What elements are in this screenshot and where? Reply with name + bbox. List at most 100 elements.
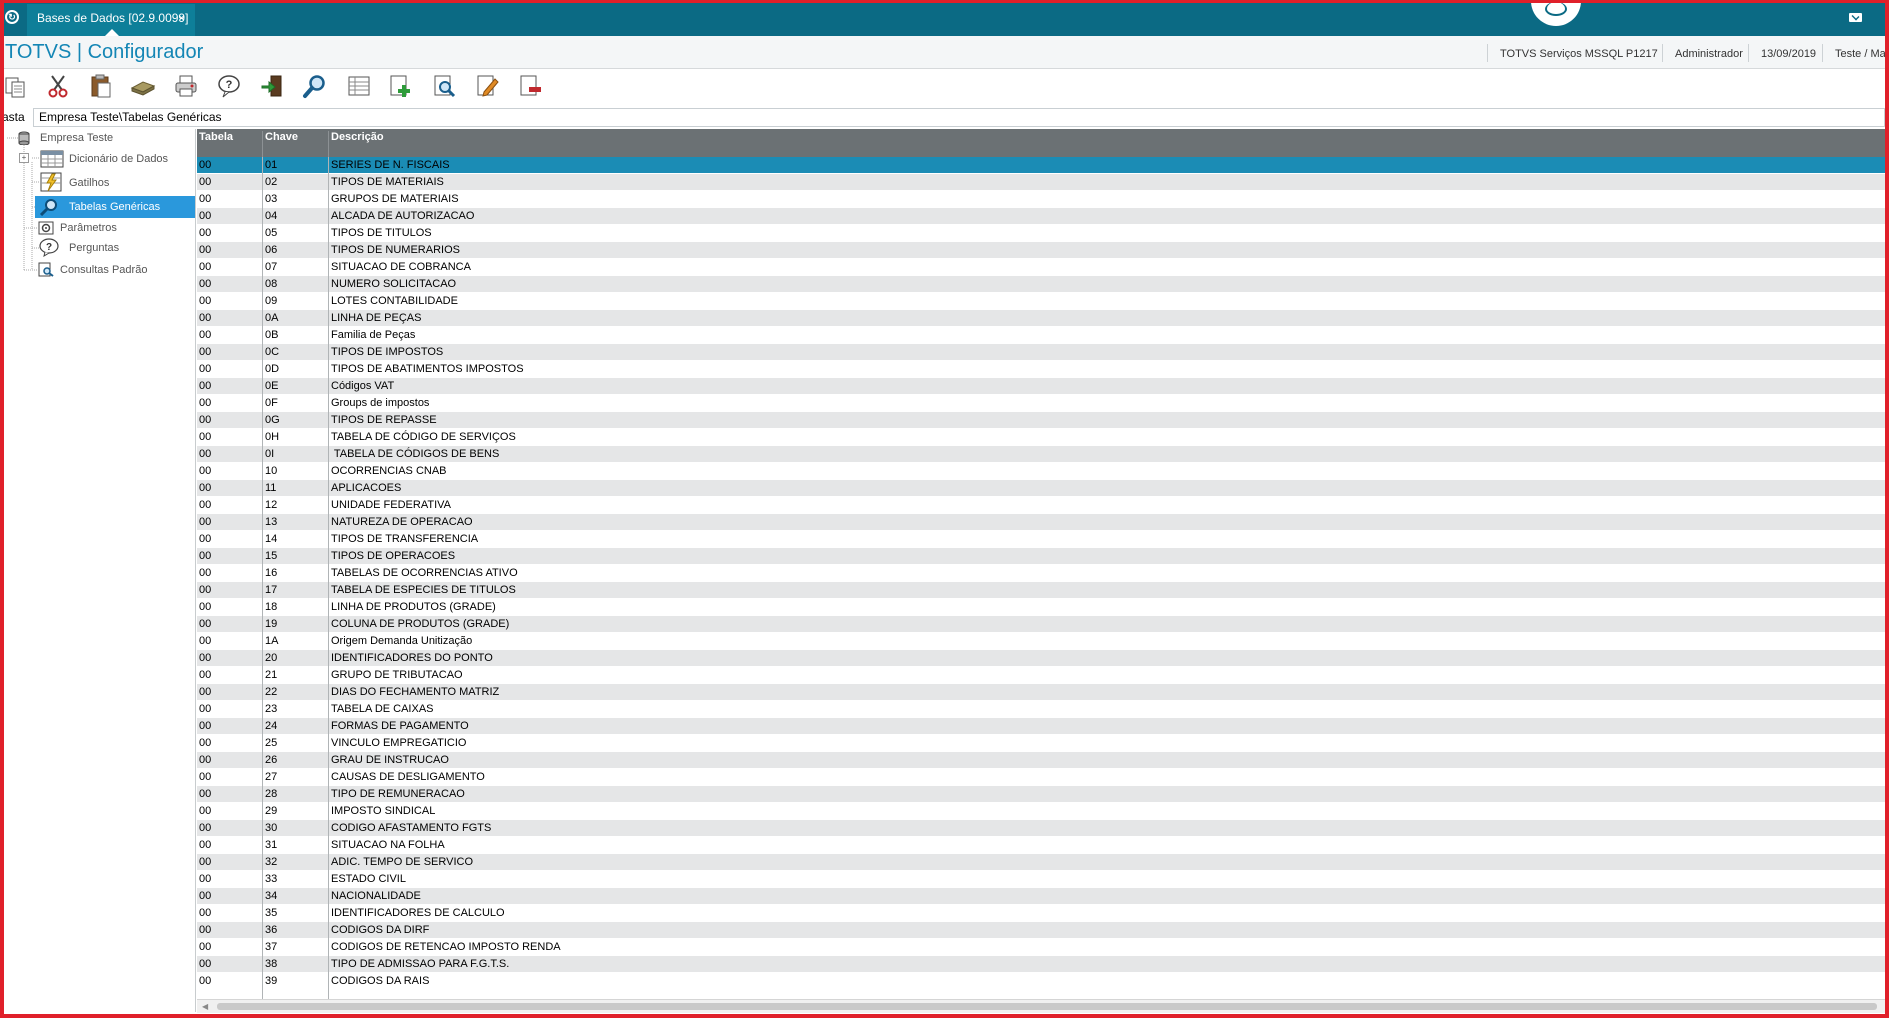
- column-header-tabela[interactable]: Tabela: [199, 131, 233, 143]
- horizontal-scrollbar[interactable]: ◀: [197, 999, 1886, 1013]
- table-row[interactable]: 00 23 TABELA DE CAIXAS: [197, 701, 1886, 718]
- table-row[interactable]: 00 24 FORMAS DE PAGAMENTO: [197, 718, 1886, 735]
- tree-item-perguntas[interactable]: Perguntas: [69, 242, 119, 254]
- scroll-left-icon[interactable]: ◀: [202, 1002, 208, 1011]
- table-row[interactable]: 00 26 GRAU DE INSTRUCAO: [197, 752, 1886, 769]
- cell-chave: 28: [265, 788, 278, 800]
- table-row[interactable]: 00 19 COLUNA DE PRODUTOS (GRADE): [197, 616, 1886, 633]
- tree-item-gatilhos[interactable]: Gatilhos: [69, 177, 109, 189]
- table-row[interactable]: 00 28 TIPO DE REMUNERACAO: [197, 786, 1886, 803]
- tab-close-icon[interactable]: ×: [178, 4, 185, 32]
- grid-icon[interactable]: [346, 73, 372, 99]
- expand-toggle-icon[interactable]: +: [19, 153, 29, 163]
- print-icon[interactable]: [173, 73, 199, 99]
- chat-icon[interactable]: [1531, 0, 1581, 26]
- table-row[interactable]: 00 17 TABELA DE ESPECIES DE TITULOS: [197, 582, 1886, 599]
- totvs-logo-icon[interactable]: ↻: [5, 10, 19, 24]
- table-row[interactable]: 00 0C TIPOS DE IMPOSTOS: [197, 344, 1886, 361]
- table-row[interactable]: 00 22 DIAS DO FECHAMENTO MATRIZ: [197, 684, 1886, 701]
- table-row[interactable]: 00 14 TIPOS DE TRANSFERENCIA: [197, 531, 1886, 548]
- table-row[interactable]: 00 13 NATUREZA DE OPERACAO: [197, 514, 1886, 531]
- scrollbar-thumb[interactable]: [217, 1003, 1877, 1010]
- table-row[interactable]: 00 04 ALCADA DE AUTORIZACAO: [197, 208, 1886, 225]
- table-row[interactable]: 00 01 SERIES DE N. FISCAIS: [197, 157, 1886, 174]
- delete-document-icon[interactable]: [518, 73, 544, 99]
- table-row[interactable]: 00 21 GRUPO DE TRIBUTACAO: [197, 667, 1886, 684]
- table-row[interactable]: 00 33 ESTADO CIVIL: [197, 871, 1886, 888]
- table-row[interactable]: 00 37 CODIGOS DE RETENCAO IMPOSTO RENDA: [197, 939, 1886, 956]
- column-header-descricao[interactable]: Descrição: [331, 131, 384, 143]
- table-row[interactable]: 00 27 CAUSAS DE DESLIGAMENTO: [197, 769, 1886, 786]
- table-row[interactable]: 00 20 IDENTIFICADORES DO PONTO: [197, 650, 1886, 667]
- cell-chave: 17: [265, 584, 278, 596]
- table-row[interactable]: 00 32 ADIC. TEMPO DE SERVICO: [197, 854, 1886, 871]
- paste-icon[interactable]: [88, 73, 114, 99]
- search-icon[interactable]: [302, 73, 328, 99]
- cell-tabela: 00: [199, 431, 212, 443]
- table-row[interactable]: 00 25 VINCULO EMPREGATICIO: [197, 735, 1886, 752]
- table-row[interactable]: 00 0B Familia de Peças: [197, 327, 1886, 344]
- cell-tabela: 00: [199, 737, 212, 749]
- column-divider[interactable]: [328, 131, 329, 159]
- table-row[interactable]: 00 07 SITUACAO DE COBRANCA: [197, 259, 1886, 276]
- cell-descricao: TIPOS DE OPERACOES: [331, 550, 456, 562]
- edit-icon[interactable]: [475, 73, 501, 99]
- cell-tabela: 00: [199, 720, 212, 732]
- add-document-icon[interactable]: [388, 73, 414, 99]
- tree-item-consultas-padrao[interactable]: Consultas Padrão: [60, 264, 147, 276]
- tree-root-empresa-teste[interactable]: Empresa Teste: [40, 132, 113, 144]
- table-row[interactable]: 00 02 TIPOS DE MATERIAIS: [197, 174, 1886, 191]
- table-row[interactable]: 00 0F Groups de impostos: [197, 395, 1886, 412]
- cell-descricao: SITUACAO DE COBRANCA: [331, 261, 471, 273]
- table-row[interactable]: 00 0A LINHA DE PEÇAS: [197, 310, 1886, 327]
- table-row[interactable]: 00 15 TIPOS DE OPERACOES: [197, 548, 1886, 565]
- table-row[interactable]: 00 12 UNIDADE FEDERATIVA: [197, 497, 1886, 514]
- table-row[interactable]: 00 1A Origem Demanda Unitização: [197, 633, 1886, 650]
- table-row[interactable]: 00 0D TIPOS DE ABATIMENTOS IMPOSTOS: [197, 361, 1886, 378]
- cell-chave: 13: [265, 516, 278, 528]
- tree-item-tabelas-genericas[interactable]: Tabelas Genéricas: [35, 196, 195, 218]
- table-row[interactable]: 00 38 TIPO DE ADMISSAO PARA F.G.T.S.: [197, 956, 1886, 973]
- table-row[interactable]: 00 11 APLICACOES: [197, 480, 1886, 497]
- table-row[interactable]: 00 36 CODIGOS DA DIRF: [197, 922, 1886, 939]
- table-row[interactable]: 00 09 LOTES CONTABILIDADE: [197, 293, 1886, 310]
- table-row[interactable]: 00 31 SITUACAO NA FOLHA: [197, 837, 1886, 854]
- table-row[interactable]: 00 18 LINHA DE PRODUTOS (GRADE): [197, 599, 1886, 616]
- table-row[interactable]: 00 0H TABELA DE CÓDIGO DE SERVIÇOS: [197, 429, 1886, 446]
- table-row[interactable]: 00 16 TABELAS DE OCORRENCIAS ATIVO: [197, 565, 1886, 582]
- table-row[interactable]: 00 06 TIPOS DE NUMERARIOS: [197, 242, 1886, 259]
- table-row[interactable]: 00 39 CODIGOS DA RAIS: [197, 973, 1886, 990]
- table-row[interactable]: 00 34 NACIONALIDADE: [197, 888, 1886, 905]
- table-row[interactable]: 00 0G TIPOS DE REPASSE: [197, 412, 1886, 429]
- table-row[interactable]: 00 30 CODIGO AFASTAMENTO FGTS: [197, 820, 1886, 837]
- cell-chave: 0D: [265, 363, 280, 375]
- cell-descricao: UNIDADE FEDERATIVA: [331, 499, 451, 511]
- table-row[interactable]: 00 35 IDENTIFICADORES DE CALCULO: [197, 905, 1886, 922]
- path-field[interactable]: Empresa Teste\Tabelas Genéricas: [33, 108, 1885, 127]
- table-row[interactable]: 00 10 OCORRENCIAS CNAB: [197, 463, 1886, 480]
- column-divider[interactable]: [262, 131, 263, 159]
- company-label[interactable]: Teste / Ma: [1835, 48, 1886, 60]
- cell-tabela: 00: [199, 363, 212, 375]
- preview-icon[interactable]: [432, 73, 458, 99]
- table-row[interactable]: 00 03 GRUPOS DE MATERIAIS: [197, 191, 1886, 208]
- cell-tabela: 00: [199, 924, 212, 936]
- user-label[interactable]: Administrador: [1675, 48, 1743, 60]
- exit-icon[interactable]: [259, 73, 285, 99]
- table-row[interactable]: 00 08 NUMERO SOLICITACAO: [197, 276, 1886, 293]
- table-row[interactable]: 00 0I TABELA DE CÓDIGOS DE BENS: [197, 446, 1886, 463]
- tree-item-parametros[interactable]: Parâmetros: [60, 222, 117, 234]
- trigger-icon: [40, 172, 62, 192]
- cut-icon[interactable]: [45, 73, 71, 99]
- help-icon[interactable]: ?: [216, 73, 242, 99]
- mail-icon[interactable]: [1849, 13, 1862, 22]
- column-header-chave[interactable]: Chave: [265, 131, 298, 143]
- table-row[interactable]: 00 0E Códigos VAT: [197, 378, 1886, 395]
- tree-item-dicionario-de-dados[interactable]: Dicionário de Dados: [69, 153, 168, 165]
- cell-descricao: TIPOS DE MATERIAIS: [331, 176, 444, 188]
- table-row[interactable]: 00 29 IMPOSTO SINDICAL: [197, 803, 1886, 820]
- book-icon[interactable]: [130, 73, 156, 99]
- cell-chave: 20: [265, 652, 278, 664]
- copy-icon[interactable]: [3, 73, 29, 99]
- table-row[interactable]: 00 05 TIPOS DE TITULOS: [197, 225, 1886, 242]
